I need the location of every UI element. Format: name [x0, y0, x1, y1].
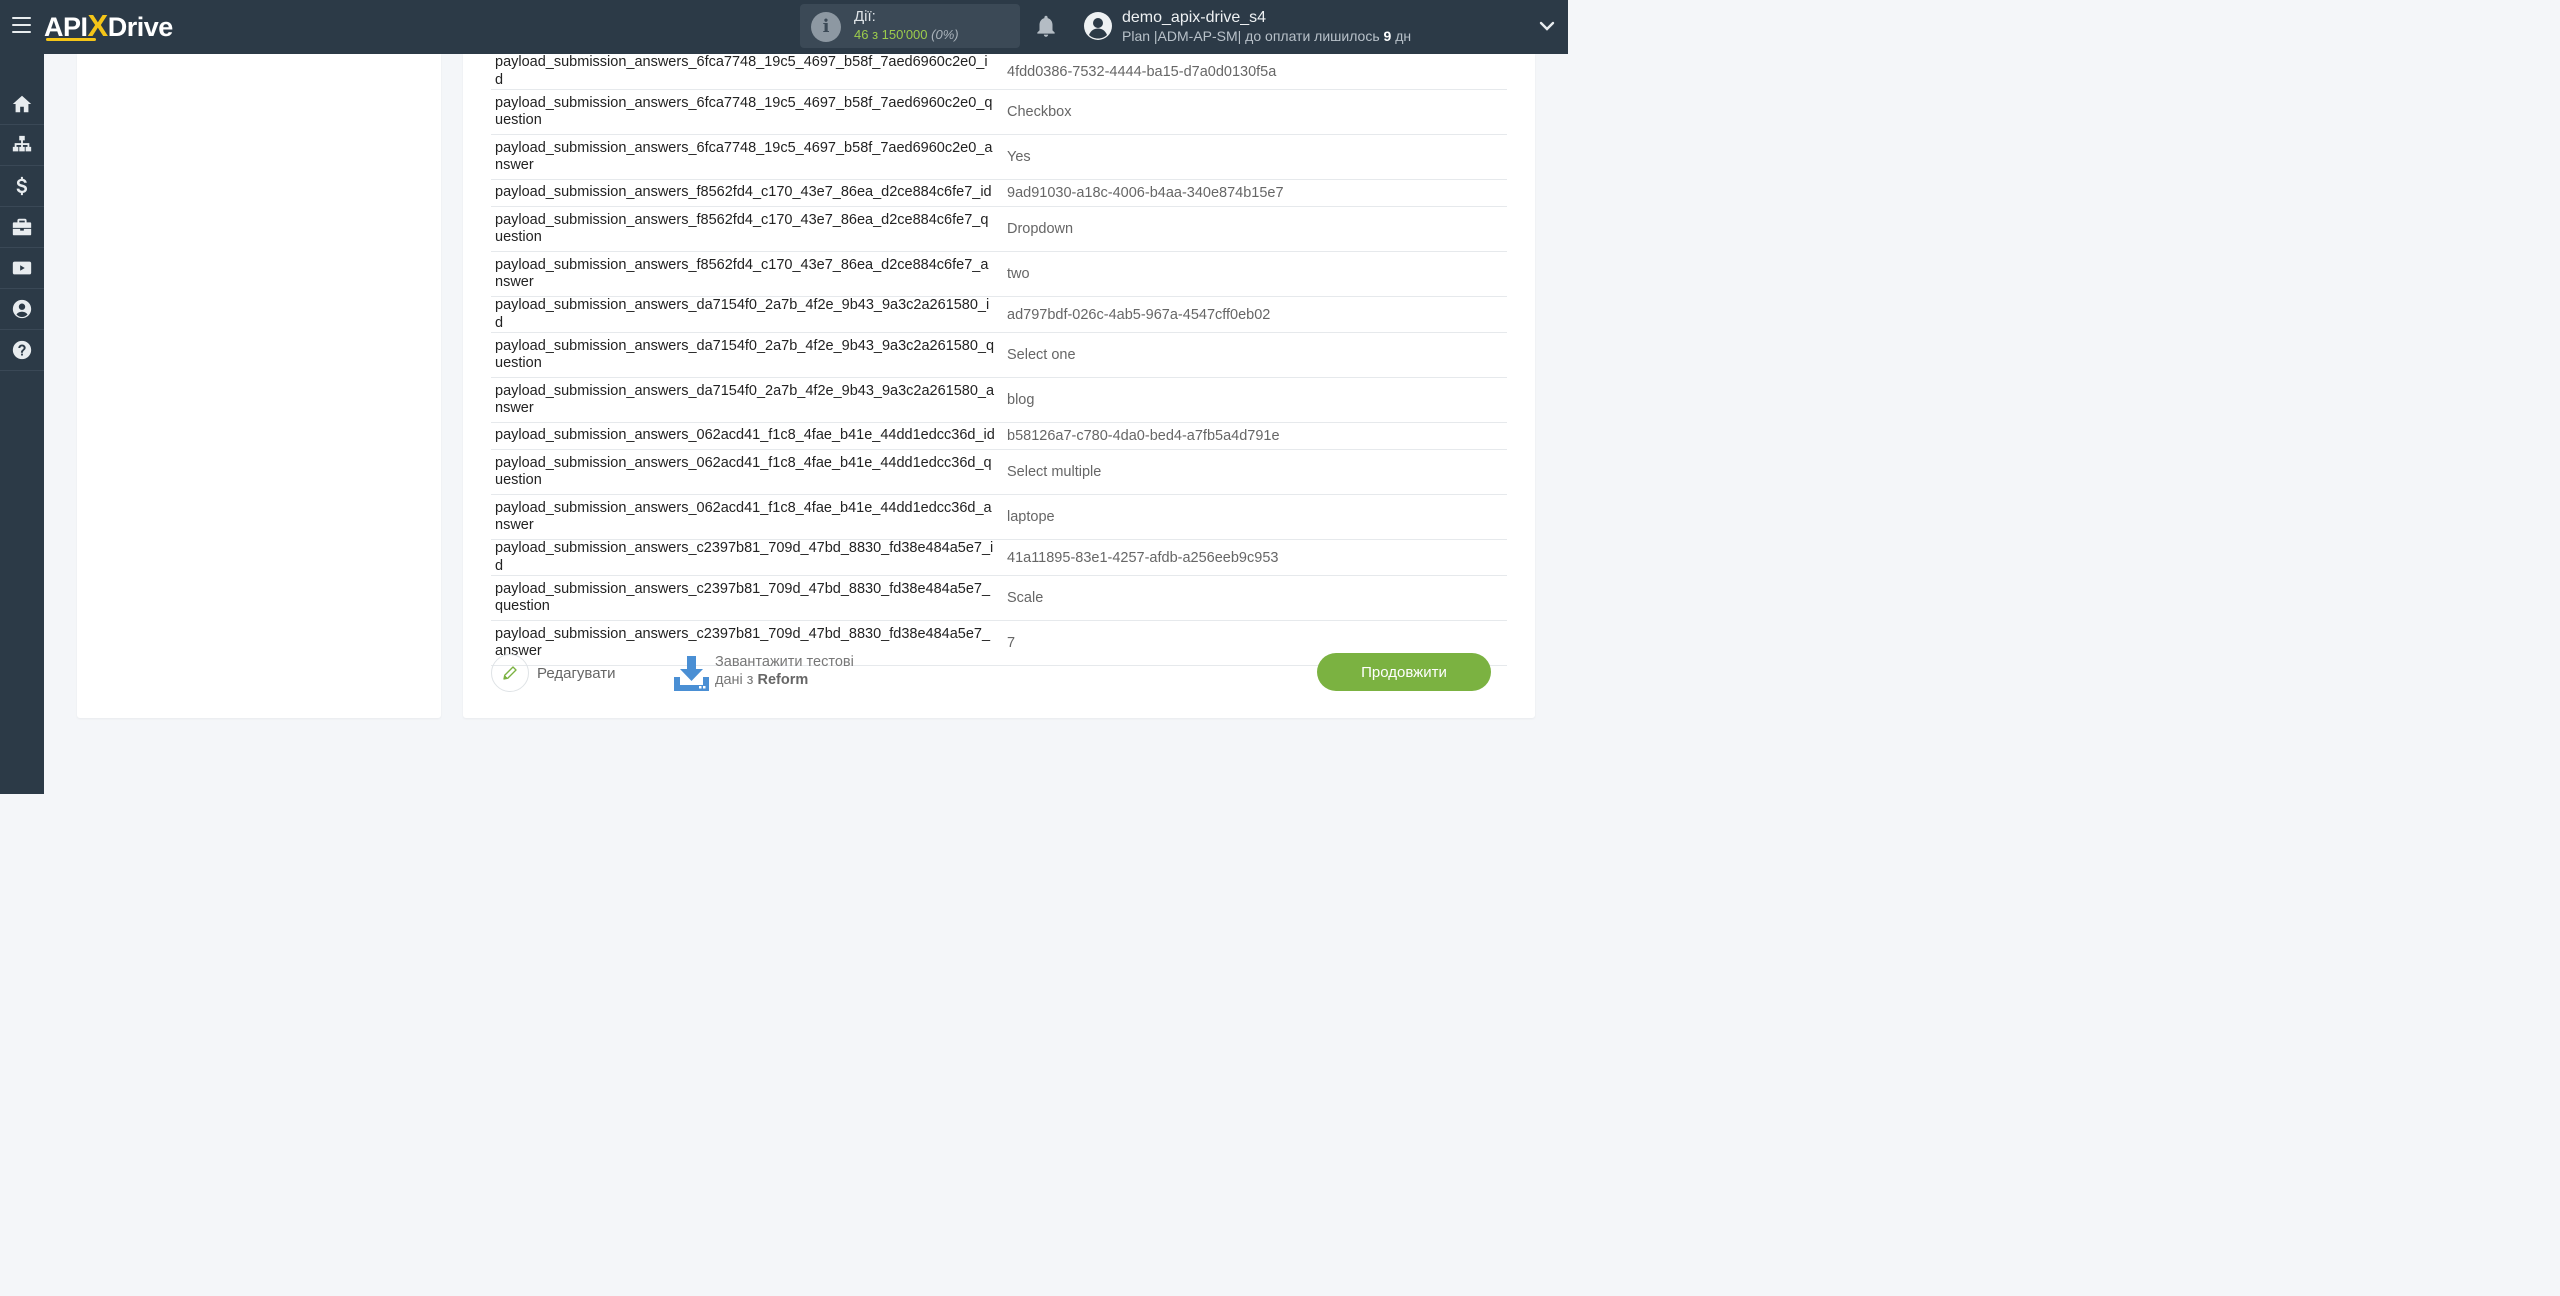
table-row: payload_submission_answers_c2397b81_709d…	[491, 575, 1507, 621]
field-value: Checkbox	[999, 89, 1507, 135]
table-row: payload_submission_answers_062acd41_f1c8…	[491, 494, 1507, 540]
download-label-line2: дані з Reform	[715, 672, 808, 688]
table-row: payload_submission_answers_da7154f0_2a7b…	[491, 332, 1507, 378]
actions-count: 46 з 150'000	[854, 27, 928, 42]
field-name: payload_submission_answers_062acd41_f1c8…	[491, 449, 999, 495]
field-name: payload_submission_answers_062acd41_f1c8…	[491, 422, 999, 450]
table-row: payload_submission_answers_f8562fd4_c170…	[491, 251, 1507, 297]
field-value: Yes	[999, 134, 1507, 180]
field-value: Select multiple	[999, 449, 1507, 495]
field-value: Scale	[999, 575, 1507, 621]
briefcase-icon	[12, 218, 32, 236]
field-name: payload_submission_answers_da7154f0_2a7b…	[491, 377, 999, 423]
download-source: Reform	[757, 672, 809, 688]
field-name: payload_submission_answers_6fca7748_19c5…	[491, 134, 999, 180]
field-value: 4fdd0386-7532-4444-ba15-d7a0d0130f5a	[999, 54, 1507, 90]
field-name: payload_submission_answers_062acd41_f1c8…	[491, 494, 999, 540]
table-row: payload_submission_answers_062acd41_f1c8…	[491, 449, 1507, 495]
edit-circle	[491, 654, 529, 692]
sitemap-icon	[12, 135, 32, 152]
edit-label: Редагувати	[537, 664, 616, 682]
sidebar-item-help[interactable]	[0, 330, 44, 371]
bell-icon[interactable]	[1033, 13, 1059, 39]
logo-underline	[46, 38, 96, 41]
field-name: payload_submission_answers_f8562fd4_c170…	[491, 206, 999, 252]
field-value: two	[999, 251, 1507, 297]
top-bar: APIXDrive i Дії: 46 з 150'000 (0%) demo_…	[0, 0, 1568, 54]
youtube-icon	[12, 261, 32, 275]
table-row: payload_submission_answers_f8562fd4_c170…	[491, 179, 1507, 207]
sidebar-item-account[interactable]	[0, 289, 44, 330]
field-value: 9ad91030-a18c-4006-b4aa-340e874b15e7	[999, 179, 1507, 207]
download-label-line1: Завантажити тестові	[715, 654, 854, 670]
test-data-table: payload_submission_answers_6fca7748_19c5…	[491, 54, 1507, 666]
field-value: laptope	[999, 494, 1507, 540]
field-name: payload_submission_answers_f8562fd4_c170…	[491, 251, 999, 297]
table-row: payload_submission_answers_6fca7748_19c5…	[491, 54, 1507, 90]
field-value: 41a11895-83e1-4257-afdb-a256eeb9c953	[999, 539, 1507, 576]
table-row: payload_submission_answers_062acd41_f1c8…	[491, 422, 1507, 450]
sidebar-item-tools[interactable]	[0, 207, 44, 248]
user-plan: Plan |ADM-AP-SM| до оплати лишилось 9 дн	[1122, 28, 1411, 44]
download-label-prefix: дані з	[715, 672, 758, 688]
user-circle-icon	[12, 299, 32, 319]
help-icon	[12, 340, 32, 360]
pencil-icon	[503, 666, 517, 680]
sidebar-item-connections[interactable]	[0, 125, 44, 166]
field-value: Dropdown	[999, 206, 1507, 252]
table-row: payload_submission_answers_f8562fd4_c170…	[491, 206, 1507, 252]
table-row: payload_submission_answers_c2397b81_709d…	[491, 539, 1507, 576]
table-row: payload_submission_answers_da7154f0_2a7b…	[491, 296, 1507, 333]
download-icon	[674, 656, 709, 691]
field-name: payload_submission_answers_c2397b81_709d…	[491, 539, 999, 576]
field-name: payload_submission_answers_da7154f0_2a7b…	[491, 332, 999, 378]
plan-prefix: Plan |ADM-AP-SM| до оплати лишилось	[1122, 28, 1384, 44]
user-name[interactable]: demo_apix-drive_s4	[1122, 9, 1266, 27]
actions-counter: i Дії: 46 з 150'000 (0%)	[800, 4, 1020, 48]
logo-text-right: Drive	[107, 12, 174, 42]
edit-button[interactable]: Редагувати	[491, 654, 616, 692]
info-icon: i	[811, 12, 841, 42]
continue-button[interactable]: Продовжити	[1317, 653, 1491, 691]
home-icon	[12, 95, 32, 113]
field-name: payload_submission_answers_da7154f0_2a7b…	[491, 296, 999, 333]
field-value: Select one	[999, 332, 1507, 378]
left-panel	[77, 54, 441, 718]
chevron-down-icon[interactable]	[1538, 17, 1556, 35]
sidebar-item-billing[interactable]	[0, 166, 44, 207]
actions-percent: (0%)	[931, 27, 959, 42]
table-row: payload_submission_answers_6fca7748_19c5…	[491, 134, 1507, 180]
user-avatar-icon[interactable]	[1083, 11, 1113, 41]
table-row: payload_submission_answers_da7154f0_2a7b…	[491, 377, 1507, 423]
field-value: ad797bdf-026c-4ab5-967a-4547cff0eb02	[999, 296, 1507, 333]
actions-label: Дії:	[854, 8, 876, 25]
menu-icon[interactable]	[12, 17, 31, 33]
actions-value: 46 з 150'000 (0%)	[854, 27, 959, 42]
table-row: payload_submission_answers_6fca7748_19c5…	[491, 89, 1507, 135]
field-name: payload_submission_answers_6fca7748_19c5…	[491, 54, 999, 90]
sidebar	[0, 54, 44, 794]
sidebar-item-video[interactable]	[0, 248, 44, 289]
sidebar-item-home[interactable]	[0, 84, 44, 125]
field-name: payload_submission_answers_f8562fd4_c170…	[491, 179, 999, 207]
plan-days-suffix: дн	[1391, 28, 1412, 44]
field-name: payload_submission_answers_c2397b81_709d…	[491, 575, 999, 621]
field-name: payload_submission_answers_6fca7748_19c5…	[491, 89, 999, 135]
dollar-icon	[16, 176, 28, 196]
field-value: blog	[999, 377, 1507, 423]
field-value: b58126a7-c780-4da0-bed4-a7fb5a4d791e	[999, 422, 1507, 450]
